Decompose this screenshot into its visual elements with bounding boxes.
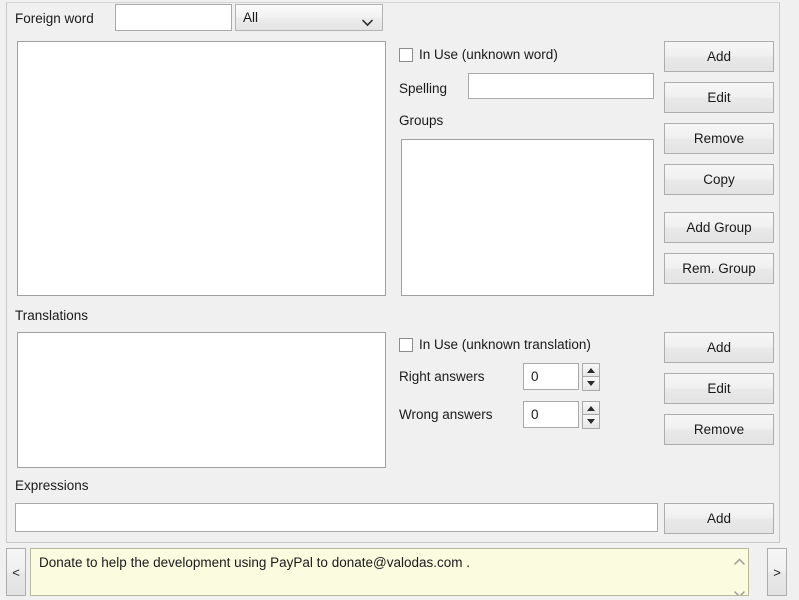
right-answers-stepper[interactable] [582,363,600,391]
wrong-answers-label: Wrong answers [399,407,493,422]
word-copy-button[interactable]: Copy [664,164,774,195]
rem-group-button[interactable]: Rem. Group [664,253,774,284]
groups-label: Groups [399,113,444,128]
right-answers-input[interactable]: 0 [523,363,579,390]
right-answers-decrement-button[interactable] [582,377,600,391]
donation-previous-button[interactable]: < [6,548,26,596]
donation-message: Donate to help the development using Pay… [39,555,470,570]
word-in-use-label: In Use (unknown word) [419,47,558,62]
expressions-label: Expressions [15,478,89,493]
chevron-up-icon[interactable] [734,552,745,565]
expressions-add-button[interactable]: Add [664,503,774,534]
main-panel: Foreign word All In Use (unknown word) S… [6,2,780,543]
groups-list[interactable] [401,139,654,296]
word-add-button[interactable]: Add [664,41,774,72]
checkbox-icon [399,337,413,352]
donation-next-button[interactable]: > [767,548,787,596]
chevron-down-icon[interactable] [734,585,745,595]
word-in-use-checkbox[interactable]: In Use (unknown word) [399,47,558,62]
foreign-word-filter-dropdown[interactable]: All [235,4,383,31]
checkbox-icon [399,47,413,62]
foreign-word-search-input[interactable] [115,4,232,31]
translations-list[interactable] [17,332,386,468]
triangle-down-icon [587,419,595,424]
spelling-input[interactable] [468,73,654,99]
add-group-button[interactable]: Add Group [664,212,774,243]
foreign-word-list[interactable] [17,41,386,296]
translations-label: Translations [15,308,89,323]
application-window: Foreign word All In Use (unknown word) S… [0,0,799,600]
wrong-answers-increment-button[interactable] [582,401,600,415]
word-remove-button[interactable]: Remove [664,123,774,154]
wrong-answers-input[interactable]: 0 [523,401,579,428]
translation-add-button[interactable]: Add [664,332,774,363]
right-answers-increment-button[interactable] [582,363,600,377]
donation-bar: < Donate to help the development using P… [6,548,793,596]
wrong-answers-value: 0 [531,407,539,422]
donation-scrollbar[interactable] [731,549,748,595]
translation-in-use-label: In Use (unknown translation) [419,337,591,352]
right-answers-value: 0 [531,369,539,384]
chevron-down-icon [362,14,373,26]
triangle-up-icon [587,405,595,411]
translation-in-use-checkbox[interactable]: In Use (unknown translation) [399,337,591,352]
translation-remove-button[interactable]: Remove [664,414,774,445]
translation-edit-button[interactable]: Edit [664,373,774,404]
word-edit-button[interactable]: Edit [664,82,774,113]
triangle-up-icon [587,367,595,373]
triangle-down-icon [587,381,595,386]
foreign-word-filter-value: All [243,10,259,25]
donation-message-area[interactable]: Donate to help the development using Pay… [30,548,749,596]
wrong-answers-decrement-button[interactable] [582,415,600,429]
spelling-label: Spelling [399,81,448,96]
wrong-answers-stepper[interactable] [582,401,600,429]
foreign-word-label: Foreign word [15,11,94,26]
expressions-input[interactable] [15,503,658,532]
right-answers-label: Right answers [399,369,485,384]
